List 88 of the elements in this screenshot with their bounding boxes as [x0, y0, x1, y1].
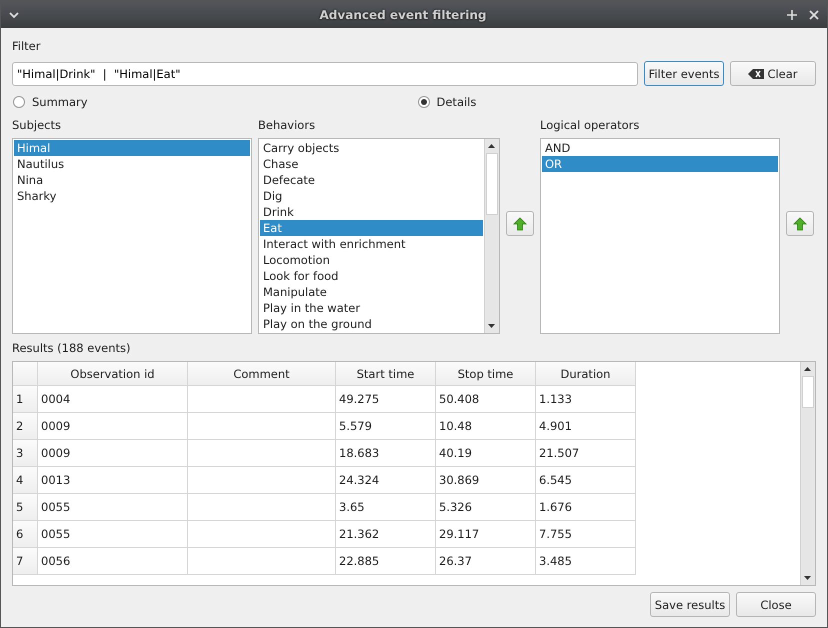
list-item[interactable]: Himal [14, 140, 250, 156]
list-item[interactable]: Defecate [260, 172, 483, 188]
table-cell: 24.324 [336, 467, 436, 494]
logical-operators-label: Logical operators [540, 117, 640, 134]
backspace-icon [748, 68, 764, 78]
row-header[interactable]: 6 [13, 521, 38, 548]
row-header[interactable]: 1 [13, 386, 38, 413]
behaviors-label: Behaviors [258, 117, 316, 134]
subjects-label: Subjects [12, 117, 62, 134]
table-cell: 4.901 [536, 413, 636, 440]
table-cell: 0056 [38, 548, 188, 575]
table-cell: 40.19 [436, 440, 536, 467]
table-cell: 1.133 [536, 386, 636, 413]
scrollbar-thumb[interactable] [486, 153, 498, 215]
table-cell: 7.755 [536, 521, 636, 548]
filter-label: Filter [12, 38, 42, 55]
radio-label[interactable]: Summary [32, 95, 88, 109]
radio-label[interactable]: Details [436, 95, 476, 109]
scrollbar[interactable] [800, 362, 815, 585]
table-cell: 6.545 [536, 467, 636, 494]
corner-header [13, 362, 38, 386]
row-header[interactable]: 7 [13, 548, 38, 575]
up-arrow-icon [793, 216, 807, 230]
table-cell: 3.485 [536, 548, 636, 575]
row-header[interactable]: 2 [13, 413, 38, 440]
list-item[interactable]: Manipulate [260, 284, 483, 300]
table-cell: 0004 [38, 386, 188, 413]
close-icon[interactable] [809, 10, 819, 20]
table-cell: 1.676 [536, 494, 636, 521]
scrollbar-thumb[interactable] [802, 376, 814, 408]
filter-events-button[interactable]: Filter events [644, 61, 724, 86]
table-cell: 0013 [38, 467, 188, 494]
list-item[interactable]: Nina [14, 172, 250, 188]
table-cell: 5.326 [436, 494, 536, 521]
list-item[interactable]: Eat [260, 220, 483, 236]
radio-button[interactable] [13, 96, 25, 108]
column-header[interactable]: Observation id [38, 362, 188, 386]
table-cell: 21.507 [536, 440, 636, 467]
column-header[interactable]: Comment [188, 362, 336, 386]
row-header[interactable]: 4 [13, 467, 38, 494]
list-item[interactable]: Play on the ground [260, 316, 483, 332]
list-box[interactable]: AND OR [540, 138, 780, 334]
list-item[interactable]: Nautilus [14, 156, 250, 172]
list-item[interactable]: Dig [260, 188, 483, 204]
table-cell: 21.362 [336, 521, 436, 548]
table-cell: 0055 [38, 494, 188, 521]
table-cell: 0009 [38, 413, 188, 440]
table-cell: 0055 [38, 521, 188, 548]
list-item[interactable]: Drink [260, 204, 483, 220]
list-item[interactable]: Chase [260, 156, 483, 172]
dialog-button[interactable]: Close [736, 592, 816, 617]
table-cell: 22.885 [336, 548, 436, 575]
column-header[interactable]: Start time [336, 362, 436, 386]
window-title: Advanced event filtering [318, 8, 488, 22]
table-cell: 18.683 [336, 440, 436, 467]
table-cell: 10.48 [436, 413, 536, 440]
list-box[interactable]: Carry objects Chase Defecate Dig Drink Eat Interact with enrichment Locomotion Look for food Manipulate Play in the water Play on the ground [258, 138, 500, 334]
list-item[interactable]: Locomotion [260, 252, 483, 268]
table-cell: 5.579 [336, 413, 436, 440]
radio-button[interactable] [418, 96, 430, 108]
column-header[interactable]: Stop time [436, 362, 536, 386]
filter-field[interactable]: "Himal|Drink" | "Himal|Eat" [12, 62, 638, 86]
list-item[interactable]: Play in the water [260, 300, 483, 316]
list-item[interactable]: Carry objects [260, 140, 483, 156]
table-cell: 30.869 [436, 467, 536, 494]
list-item[interactable]: AND [542, 140, 778, 156]
clear-button[interactable]: Clear [730, 61, 816, 86]
up-arrow-icon [513, 216, 527, 230]
table-cell: 49.275 [336, 386, 436, 413]
list-box[interactable]: Himal Nautilus Nina Sharky [12, 138, 252, 334]
dialog-button[interactable]: Save results [650, 592, 730, 617]
chevron-down-icon[interactable] [9, 10, 19, 18]
table-cell: 26.37 [436, 548, 536, 575]
table-cell: 0009 [38, 440, 188, 467]
table-cell: 3.65 [336, 494, 436, 521]
row-header[interactable]: 5 [13, 494, 38, 521]
column-header[interactable]: Duration [536, 362, 636, 386]
list-item[interactable]: Interact with enrichment [260, 236, 483, 252]
add-button[interactable] [786, 211, 814, 236]
table-cell: 50.408 [436, 386, 536, 413]
add-button[interactable] [506, 211, 534, 236]
results-label: Results (188 events) [12, 340, 132, 357]
list-item[interactable]: Look for food [260, 268, 483, 284]
table-cell: 29.117 [436, 521, 536, 548]
list-item[interactable]: OR [542, 156, 778, 172]
scrollbar[interactable] [484, 139, 499, 333]
row-header[interactable]: 3 [13, 440, 38, 467]
list-item[interactable]: Sharky [14, 188, 250, 204]
